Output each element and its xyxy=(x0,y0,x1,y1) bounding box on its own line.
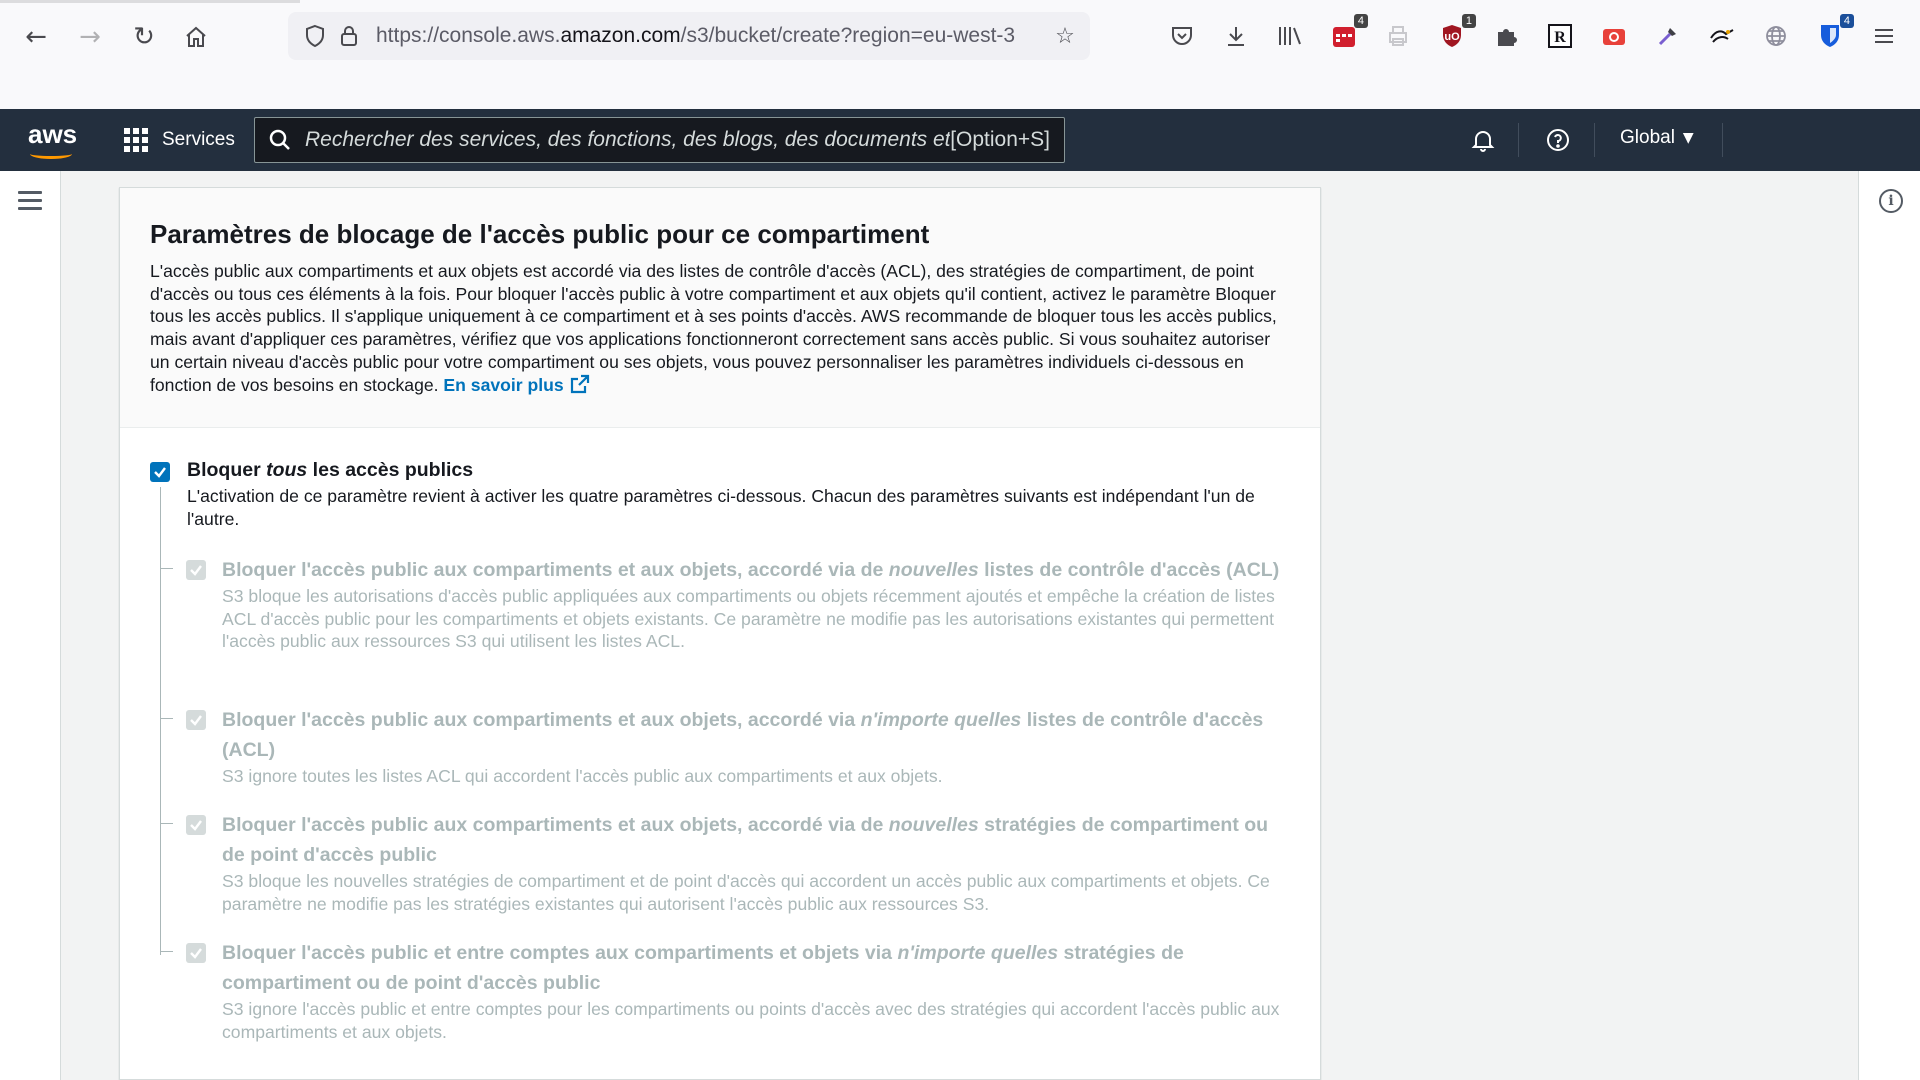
forward-arrow-icon[interactable]: → xyxy=(73,20,107,54)
learn-more-link[interactable]: En savoir plus xyxy=(443,374,589,395)
bitwarden-icon[interactable]: 4 xyxy=(1812,14,1854,54)
sub-option-description: S3 bloque les autorisations d'accès publ… xyxy=(222,586,1275,652)
block-all-public-access-option: Bloquer tous les accès publics L'activat… xyxy=(150,455,1300,530)
sub-option-checkbox[interactable] xyxy=(186,710,206,730)
services-label: Services xyxy=(162,129,235,150)
nav-divider xyxy=(1518,123,1519,157)
aws-smile-logo-mark xyxy=(30,149,72,159)
block-all-description: L'activation de ce paramètre revient à a… xyxy=(187,486,1255,529)
shield-icon[interactable] xyxy=(298,19,332,53)
sub-option-title: Bloquer l'accès public aux compartiments… xyxy=(222,709,1264,761)
camera-extension-icon[interactable] xyxy=(1596,18,1632,54)
r-extension-icon[interactable]: R xyxy=(1542,18,1578,54)
left-navigation-rail xyxy=(0,171,61,1080)
right-tools-rail: i xyxy=(1858,171,1920,1080)
sub-option-any-acl: Bloquer l'accès public aux compartiments… xyxy=(180,705,1285,788)
home-icon[interactable] xyxy=(179,20,213,54)
globe-icon[interactable] xyxy=(1758,18,1794,54)
tree-connector-horizontal xyxy=(160,568,173,569)
lock-icon[interactable] xyxy=(332,19,366,53)
help-icon[interactable] xyxy=(1541,123,1575,157)
puzzle-icon[interactable] xyxy=(1488,18,1524,54)
sub-option-description: S3 ignore toutes les listes ACL qui acco… xyxy=(222,766,943,786)
sub-option-title: Bloquer l'accès public aux compartiments… xyxy=(222,559,1280,581)
extensions-toolbar: 4 uO 1 R 4 xyxy=(1164,14,1920,54)
bell-icon[interactable] xyxy=(1466,123,1500,157)
nav-divider xyxy=(1722,123,1723,157)
panel-description: L'accès public aux compartiments et aux … xyxy=(150,261,1277,395)
aws-logo[interactable]: aws xyxy=(28,119,77,159)
url-bar[interactable]: https://console.aws.amazon.com/s3/bucket… xyxy=(288,12,1090,60)
bookmark-star-icon[interactable]: ☆ xyxy=(1048,19,1082,53)
services-menu-button[interactable]: Services xyxy=(124,125,235,155)
panel-header: Paramètres de blocage de l'accès public … xyxy=(120,188,1320,428)
calendar-extension-icon[interactable]: 4 xyxy=(1326,14,1368,54)
sub-option-description: S3 bloque les nouvelles stratégies de co… xyxy=(222,871,1270,914)
sub-option-new-acl: Bloquer l'accès public aux compartiments… xyxy=(180,555,1285,653)
pocket-icon[interactable] xyxy=(1164,18,1200,54)
external-link-icon xyxy=(570,374,589,393)
tree-connector-vertical xyxy=(160,487,161,955)
sub-option-checkbox[interactable] xyxy=(186,560,206,580)
caret-down-icon: ▼ xyxy=(1682,130,1694,146)
hamburger-menu-icon[interactable] xyxy=(18,191,42,211)
aws-search-box[interactable]: [Option+S] xyxy=(254,117,1065,163)
svg-text:R: R xyxy=(1554,29,1566,46)
url-text[interactable]: https://console.aws.amazon.com/s3/bucket… xyxy=(376,24,1048,48)
sub-option-any-policies: Bloquer l'accès public et entre comptes … xyxy=(180,938,1285,1043)
info-icon[interactable]: i xyxy=(1879,189,1903,213)
tree-connector-horizontal xyxy=(160,823,173,824)
sub-option-checkbox[interactable] xyxy=(186,815,206,835)
sub-option-title: Bloquer l'accès public aux compartiments… xyxy=(222,814,1269,866)
sub-option-description: S3 ignore l'accès public et entre compte… xyxy=(222,999,1280,1042)
hands-extension-icon[interactable] xyxy=(1704,18,1740,54)
ublock-icon[interactable]: uO 1 xyxy=(1434,14,1476,54)
search-shortcut-hint: [Option+S] xyxy=(950,128,1050,151)
region-label: Global xyxy=(1620,127,1675,148)
nav-divider xyxy=(1594,123,1595,157)
tree-connector-horizontal xyxy=(160,951,173,952)
region-selector[interactable]: Global ▼ xyxy=(1620,127,1694,149)
aws-top-navigation: aws Services [Option+S] Global ▼ xyxy=(0,109,1920,171)
active-tab-indicator xyxy=(0,0,300,3)
aws-search-input[interactable] xyxy=(305,128,951,152)
reload-icon[interactable]: ↻ xyxy=(127,20,161,54)
block-all-title: Bloquer tous les accès publics xyxy=(187,459,474,481)
svg-text:uO: uO xyxy=(1444,31,1460,43)
library-icon[interactable] xyxy=(1272,18,1308,54)
grid-icon xyxy=(124,128,148,152)
browser-toolbar: ← → ↻ https://console.aws.amazon.com/s3/… xyxy=(0,0,1920,109)
search-icon xyxy=(255,129,305,151)
sub-option-checkbox[interactable] xyxy=(186,943,206,963)
printer-extension-icon[interactable] xyxy=(1380,18,1416,54)
back-arrow-icon[interactable]: ← xyxy=(19,20,53,54)
menu-icon[interactable] xyxy=(1866,18,1902,54)
download-icon[interactable] xyxy=(1218,18,1254,54)
sub-option-new-policies: Bloquer l'accès public aux compartiments… xyxy=(180,810,1285,915)
block-all-checkbox[interactable] xyxy=(150,462,170,482)
tree-connector-horizontal xyxy=(160,718,173,719)
panel-title: Paramètres de blocage de l'accès public … xyxy=(150,219,930,249)
sub-option-title: Bloquer l'accès public et entre comptes … xyxy=(222,942,1184,994)
eyedropper-icon[interactable] xyxy=(1650,18,1686,54)
